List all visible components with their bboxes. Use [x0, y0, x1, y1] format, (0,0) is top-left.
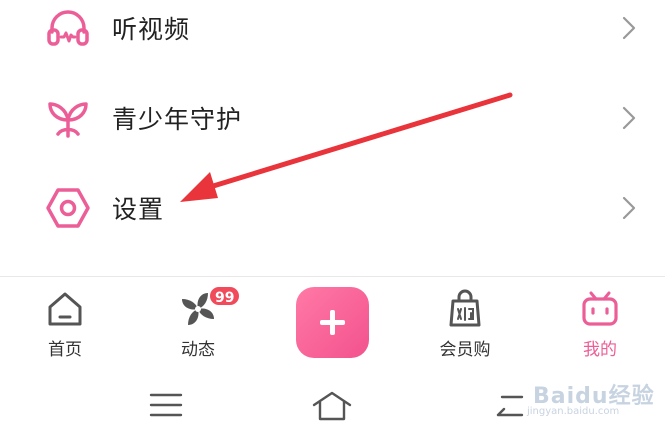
settings-hexagon-icon [46, 188, 90, 228]
tab-label: 首页 [48, 340, 82, 360]
watermark-url: jingyan.baidu.com [527, 406, 620, 417]
menu-item-listen-video[interactable]: 听视频 [0, 0, 665, 73]
menu-item-label: 设置 [112, 195, 165, 224]
sprout-icon [48, 102, 88, 138]
tab-vip-shop[interactable]: 会员购 [410, 285, 520, 365]
menu-item-teen-guard[interactable]: 青少年守护 [0, 73, 665, 163]
shopping-bag-icon [449, 289, 481, 327]
baidu-watermark: Baidu经验 jingyan.baidu.com [505, 368, 655, 428]
tabbar-divider [0, 276, 665, 277]
home-icon [48, 292, 82, 326]
home-outline-icon[interactable] [312, 385, 352, 425]
chevron-right-icon [622, 196, 636, 220]
headphones-icon [47, 10, 89, 46]
menu-item-settings[interactable]: 设置 [0, 163, 665, 253]
tab-label: 我的 [583, 340, 617, 360]
menu-item-label: 听视频 [112, 15, 191, 44]
menu-lines-icon[interactable] [146, 385, 186, 425]
menu-item-label: 青少年守护 [112, 105, 243, 134]
tv-icon [582, 291, 618, 326]
notification-badge: 99 [208, 285, 242, 307]
chevron-right-icon [622, 16, 636, 40]
tab-home[interactable]: 首页 [10, 285, 120, 365]
add-button[interactable] [296, 287, 369, 358]
tab-label: 会员购 [439, 340, 491, 360]
tab-mine[interactable]: 我的 [545, 285, 655, 365]
chevron-right-icon [622, 106, 636, 130]
tab-dynamic[interactable]: 99 动态 [143, 285, 253, 365]
tab-label: 动态 [181, 340, 215, 360]
